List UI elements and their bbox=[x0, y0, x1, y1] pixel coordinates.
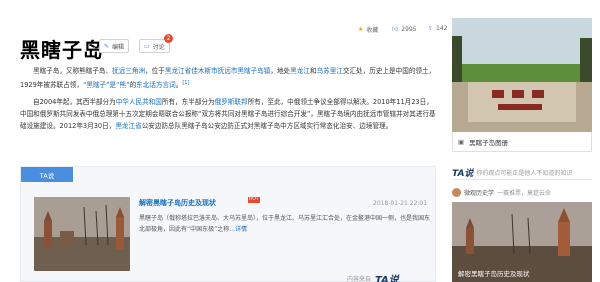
ta-sidebar-header: TA说 你的观点可能正是他人不知道的知识 bbox=[452, 165, 592, 180]
ta-sidebar-logo: TA说 bbox=[452, 168, 474, 179]
inline-link[interactable]: “黑瞎子”是“熊” bbox=[83, 81, 130, 89]
intro-paragraph-2: 自2004年起，其西半部分为中华人民共和国所有，东半部分为俄罗斯联邦所有，至此，… bbox=[20, 97, 436, 132]
share-count: 142 bbox=[436, 25, 448, 32]
text-span: 黑瞎子岛，又称熊瞎子岛、 bbox=[33, 67, 113, 75]
inline-link[interactable]: 抚远三角洲 bbox=[112, 67, 145, 75]
share-icon: ⇪ bbox=[428, 25, 434, 32]
album-cover-image[interactable] bbox=[452, 18, 592, 132]
album-icon: ▣ bbox=[458, 137, 465, 146]
intro-paragraph-1: 黑瞎子岛，又称熊瞎子岛、抚远三角洲，位于黑龙江省佳木斯市抚远市黑瞎子岛镇，地处黑… bbox=[20, 66, 436, 92]
author-name: 微观历史学 bbox=[464, 190, 495, 197]
hot-badge: HOT bbox=[248, 197, 260, 203]
inline-link[interactable]: 黑龙江省佳木斯市抚远市黑瞎子岛镇 bbox=[165, 67, 271, 75]
page-title: 黑瞎子岛 bbox=[20, 38, 104, 62]
author-subtitle: 一赛推票，莫筵云命 bbox=[497, 190, 552, 197]
album-link[interactable]: ▣ 黑瞎子岛图册 bbox=[452, 132, 592, 152]
ta-source-prefix: 内容来自 bbox=[347, 276, 372, 282]
ta-section: TA说 解密黑瞎子岛历史及现状 HOT 2018-01-21 22:01 黑瞎子… bbox=[20, 166, 436, 282]
ta-sidebar-subtitle: 你的观点可能正是他人不知道的知识 bbox=[476, 169, 573, 177]
text-span: 所有，东半部分为 bbox=[161, 98, 215, 106]
like-count: 2995 bbox=[401, 25, 417, 33]
album-label: 黑瞎子岛图册 bbox=[469, 138, 509, 147]
discuss-label: 讨论 bbox=[152, 43, 165, 51]
share-button[interactable]: ⇪ 142 bbox=[428, 25, 447, 32]
ta-article-title[interactable]: 解密黑瞎子岛历史及现状 bbox=[139, 198, 216, 208]
text-span: ，位于 bbox=[145, 67, 165, 75]
tab-ta[interactable]: TA说 bbox=[21, 167, 73, 182]
favorite-label: 收藏 bbox=[366, 27, 379, 34]
discuss-count-badge: 2 bbox=[164, 34, 173, 43]
inline-link[interactable]: 俄罗斯联邦 bbox=[215, 98, 248, 106]
ta-source: 内容来自 TA说 bbox=[347, 271, 399, 282]
like-button[interactable]: 👍︎ 2995 bbox=[392, 25, 417, 34]
text-span: 和 bbox=[309, 67, 317, 75]
ta-article-summary: 黑瞎子岛（俄称塔拉巴洛夫岛、大乌苏里岛），位于黑龙江、乌苏里江汇合处，在金鳌港中… bbox=[139, 213, 434, 235]
ta-source-logo[interactable]: TA说 bbox=[375, 271, 399, 282]
text-span: 公安边防总队黑瞎子岛公安边防正式对黑瞎子岛中方区域实行常态化治安、边境管理。 bbox=[141, 121, 393, 130]
page: { "article": { "title": "黑瞎子岛", "edit_la… bbox=[0, 0, 600, 282]
edit-label: 编辑 bbox=[112, 43, 125, 51]
ta-card-image[interactable]: 解密黑瞎子岛历史及现状 bbox=[452, 202, 592, 282]
ta-author[interactable]: 微观历史学 一赛推票，莫筵云命 bbox=[452, 188, 592, 197]
thumbs-up-icon: 👍︎ bbox=[392, 26, 399, 33]
inline-link[interactable]: 黑龙江省 bbox=[115, 122, 141, 130]
ta-article-date: 2018-01-21 22:01 bbox=[373, 200, 428, 207]
edit-button[interactable]: ✎ 编辑 bbox=[99, 39, 130, 53]
pencil-icon: ✎ bbox=[104, 42, 110, 50]
text-span: ，地处 bbox=[270, 67, 291, 75]
ta-more-link[interactable]: 详情 bbox=[235, 226, 247, 233]
text-span: 自2004年起，其西半部分为 bbox=[33, 98, 116, 106]
star-icon: ★ bbox=[358, 26, 364, 33]
inline-link[interactable]: 黑龙江 bbox=[290, 67, 310, 75]
inline-link[interactable]: 东北话方言词 bbox=[136, 81, 176, 89]
ta-summary-text: 黑瞎子岛（俄称塔拉巴洛夫岛、大乌苏里岛），位于黑龙江、乌苏里江汇合处，在金鳌港中… bbox=[139, 215, 431, 233]
avatar bbox=[452, 188, 461, 197]
inline-link[interactable]: 乌苏里江 bbox=[317, 67, 343, 75]
citation-ref[interactable]: [1] bbox=[182, 80, 189, 86]
inline-link[interactable]: 中华人民共和国 bbox=[116, 98, 162, 106]
ta-card-caption: 解密黑瞎子岛历史及现状 bbox=[458, 270, 530, 278]
favorite-button[interactable]: ★ 收藏 bbox=[358, 25, 378, 34]
ta-article-thumbnail[interactable] bbox=[34, 197, 130, 271]
comment-icon: ▭ bbox=[144, 42, 150, 50]
